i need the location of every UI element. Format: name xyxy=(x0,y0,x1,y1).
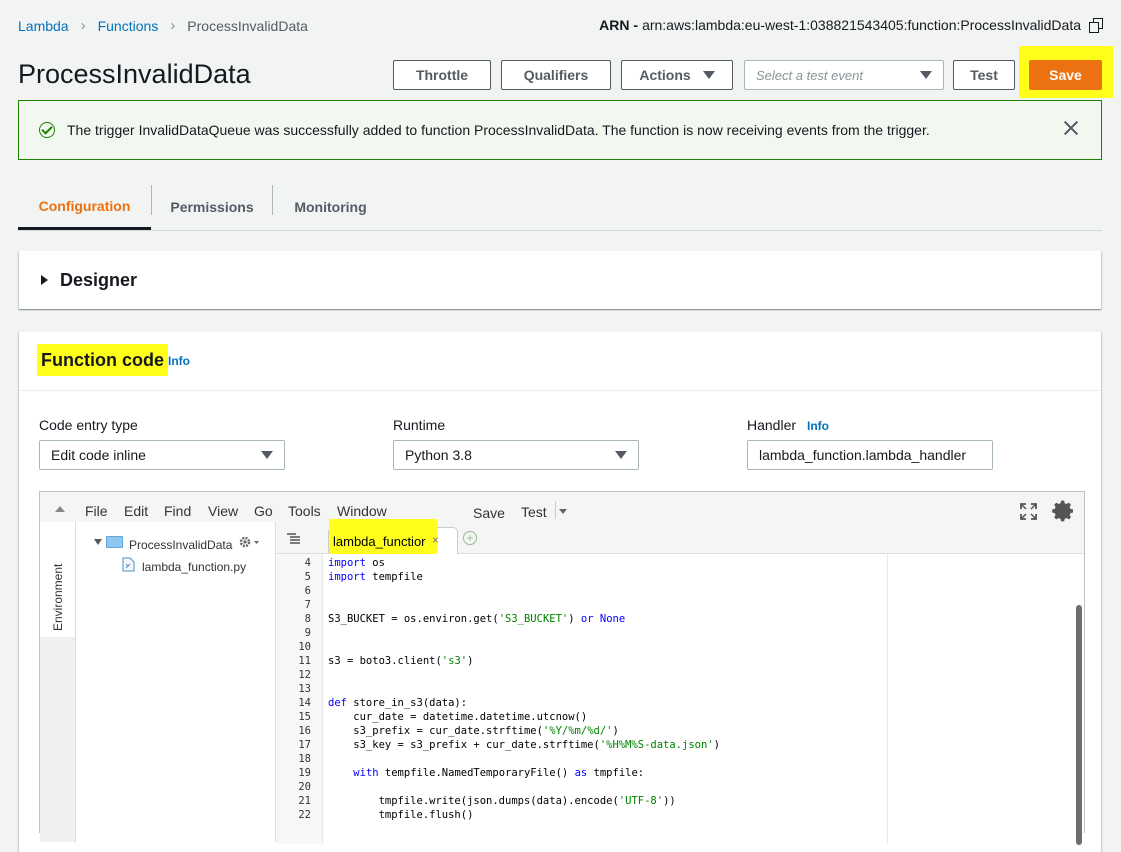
breadcrumb: Lambda › Functions › ProcessInvalidData xyxy=(18,17,308,34)
code-entry-select[interactable]: Edit code inline xyxy=(39,440,285,470)
editor-scrollbar[interactable] xyxy=(1076,605,1082,845)
breadcrumb-lambda-link[interactable]: Lambda xyxy=(18,18,69,34)
runtime-select[interactable]: Python 3.8 xyxy=(393,440,639,470)
close-icon[interactable] xyxy=(1063,120,1079,136)
tab-bar: Configuration Permissions Monitoring xyxy=(18,185,1102,231)
menu-file[interactable]: File xyxy=(85,503,108,519)
handler-value: lambda_function.lambda_handler xyxy=(759,447,967,463)
collapse-icon[interactable] xyxy=(55,506,65,512)
environment-tab[interactable]: Environment xyxy=(40,522,76,637)
tab-configuration[interactable]: Configuration xyxy=(18,185,151,230)
code-area[interactable]: lambda_functior × + 4 5 6 7 8 9 10 11 12… xyxy=(276,519,1084,845)
handler-info-link[interactable]: Info xyxy=(807,419,829,433)
function-code-title-text: Function code xyxy=(41,349,164,370)
save-button[interactable]: Save xyxy=(1029,60,1102,90)
check-circle-icon xyxy=(39,122,55,138)
handler-label: Handler xyxy=(747,417,797,433)
gear-icon[interactable] xyxy=(1052,499,1076,523)
add-tab-icon[interactable]: + xyxy=(463,531,477,545)
arn-value: arn:aws:lambda:eu-west-1:038821543405:fu… xyxy=(642,17,1081,33)
code-line: with tempfile.NamedTemporaryFile() as tm… xyxy=(353,767,645,779)
caret-down-icon xyxy=(920,71,932,79)
function-code-info-link[interactable]: Info xyxy=(168,354,190,368)
menu-edit[interactable]: Edit xyxy=(124,503,148,519)
separator xyxy=(555,501,556,519)
code-line: import os xyxy=(328,557,385,569)
code-line: s3_key = s3_prefix + cur_date.strftime('… xyxy=(328,739,720,751)
handler-input[interactable]: lambda_function.lambda_handler xyxy=(747,440,993,470)
environment-sidebar: Environment xyxy=(40,522,76,842)
environment-label: Environment xyxy=(51,563,65,631)
runtime-label: Runtime xyxy=(393,417,446,433)
breadcrumb-current: ProcessInvalidData xyxy=(187,17,308,34)
folder-icon xyxy=(106,536,123,548)
menu-window[interactable]: Window xyxy=(337,503,387,519)
qualifiers-button[interactable]: Qualifiers xyxy=(501,60,611,90)
code-entry-label: Code entry type xyxy=(39,417,138,433)
chevron-down-icon[interactable] xyxy=(94,539,102,545)
copy-icon[interactable] xyxy=(1089,18,1103,33)
tab-permissions[interactable]: Permissions xyxy=(152,185,272,229)
menu-view[interactable]: View xyxy=(208,503,238,519)
code-line: S3_BUCKET = os.environ.get('S3_BUCKET') … xyxy=(328,613,626,625)
menu-tools[interactable]: Tools xyxy=(288,503,321,519)
print-margin xyxy=(887,554,888,844)
caret-down-icon xyxy=(261,451,273,459)
menu-find[interactable]: Find xyxy=(164,503,191,519)
chevron-right-icon: › xyxy=(80,17,86,34)
code-line: s3_prefix = cur_date.strftime('%Y/%m/%d/… xyxy=(328,725,619,737)
designer-panel[interactable]: Designer xyxy=(19,251,1101,309)
editor-tabstrip: lambda_functior × + xyxy=(276,519,1084,554)
caret-down-icon xyxy=(615,451,627,459)
test-event-select[interactable]: Select a test event xyxy=(744,60,944,90)
designer-title: Designer xyxy=(60,269,138,290)
breadcrumb-functions-link[interactable]: Functions xyxy=(98,18,159,34)
editor-save-button[interactable]: Save xyxy=(473,505,505,521)
editor-menubar: File Edit Find View Go Tools Window Save… xyxy=(40,492,1084,523)
code-line: import tempfile xyxy=(328,571,423,583)
throttle-button[interactable]: Throttle xyxy=(393,60,491,90)
editor-file-tab[interactable]: lambda_functior × xyxy=(328,519,458,554)
file-tree: ProcessInvalidData lambda_function.py xyxy=(76,522,276,842)
actions-label: Actions xyxy=(639,67,691,83)
page-title: ProcessInvalidData xyxy=(18,59,251,89)
code-line: tmpfile.write(json.dumps(data).encode('U… xyxy=(328,795,676,807)
editor-file-tab-label: lambda_functior xyxy=(333,534,426,549)
tab-list-icon[interactable] xyxy=(287,533,300,544)
tab-monitoring[interactable]: Monitoring xyxy=(273,185,388,229)
tree-file[interactable]: lambda_function.py xyxy=(142,560,246,574)
menu-go[interactable]: Go xyxy=(254,503,273,519)
actions-button[interactable]: Actions xyxy=(621,60,733,90)
python-file-icon xyxy=(122,557,135,572)
success-flash: The trigger InvalidDataQueue was success… xyxy=(18,100,1102,160)
editor-test-button[interactable]: Test xyxy=(521,504,547,520)
code-entry-value: Edit code inline xyxy=(51,447,146,463)
test-event-placeholder: Select a test event xyxy=(756,67,863,83)
caret-down-icon xyxy=(702,71,715,79)
test-button[interactable]: Test xyxy=(953,60,1015,90)
test-dropdown-icon[interactable] xyxy=(559,509,567,514)
code-line: tmpfile.flush() xyxy=(328,809,474,821)
code-line: def store_in_s3(data): xyxy=(328,697,468,709)
fullscreen-icon[interactable] xyxy=(1020,503,1037,520)
arn-display: ARN - arn:aws:lambda:eu-west-1:038821543… xyxy=(599,17,1103,33)
runtime-value: Python 3.8 xyxy=(405,447,472,463)
arn-label: ARN - xyxy=(599,17,639,33)
chevron-right-icon: › xyxy=(170,17,176,34)
code-lines: import os import tempfile S3_BUCKET = os.e… xyxy=(276,557,876,837)
close-tab-icon[interactable]: × xyxy=(432,533,439,547)
caret-right-icon xyxy=(41,275,48,285)
settings-icon[interactable] xyxy=(238,535,260,549)
tree-folder[interactable]: ProcessInvalidData xyxy=(129,538,232,552)
code-editor: File Edit Find View Go Tools Window Save… xyxy=(39,491,1085,845)
code-line: cur_date = datetime.datetime.utcnow() xyxy=(328,711,588,723)
function-code-title: Function code xyxy=(37,344,168,376)
code-line: s3 = boto3.client('s3') xyxy=(328,655,474,667)
flash-message: The trigger InvalidDataQueue was success… xyxy=(67,122,930,138)
